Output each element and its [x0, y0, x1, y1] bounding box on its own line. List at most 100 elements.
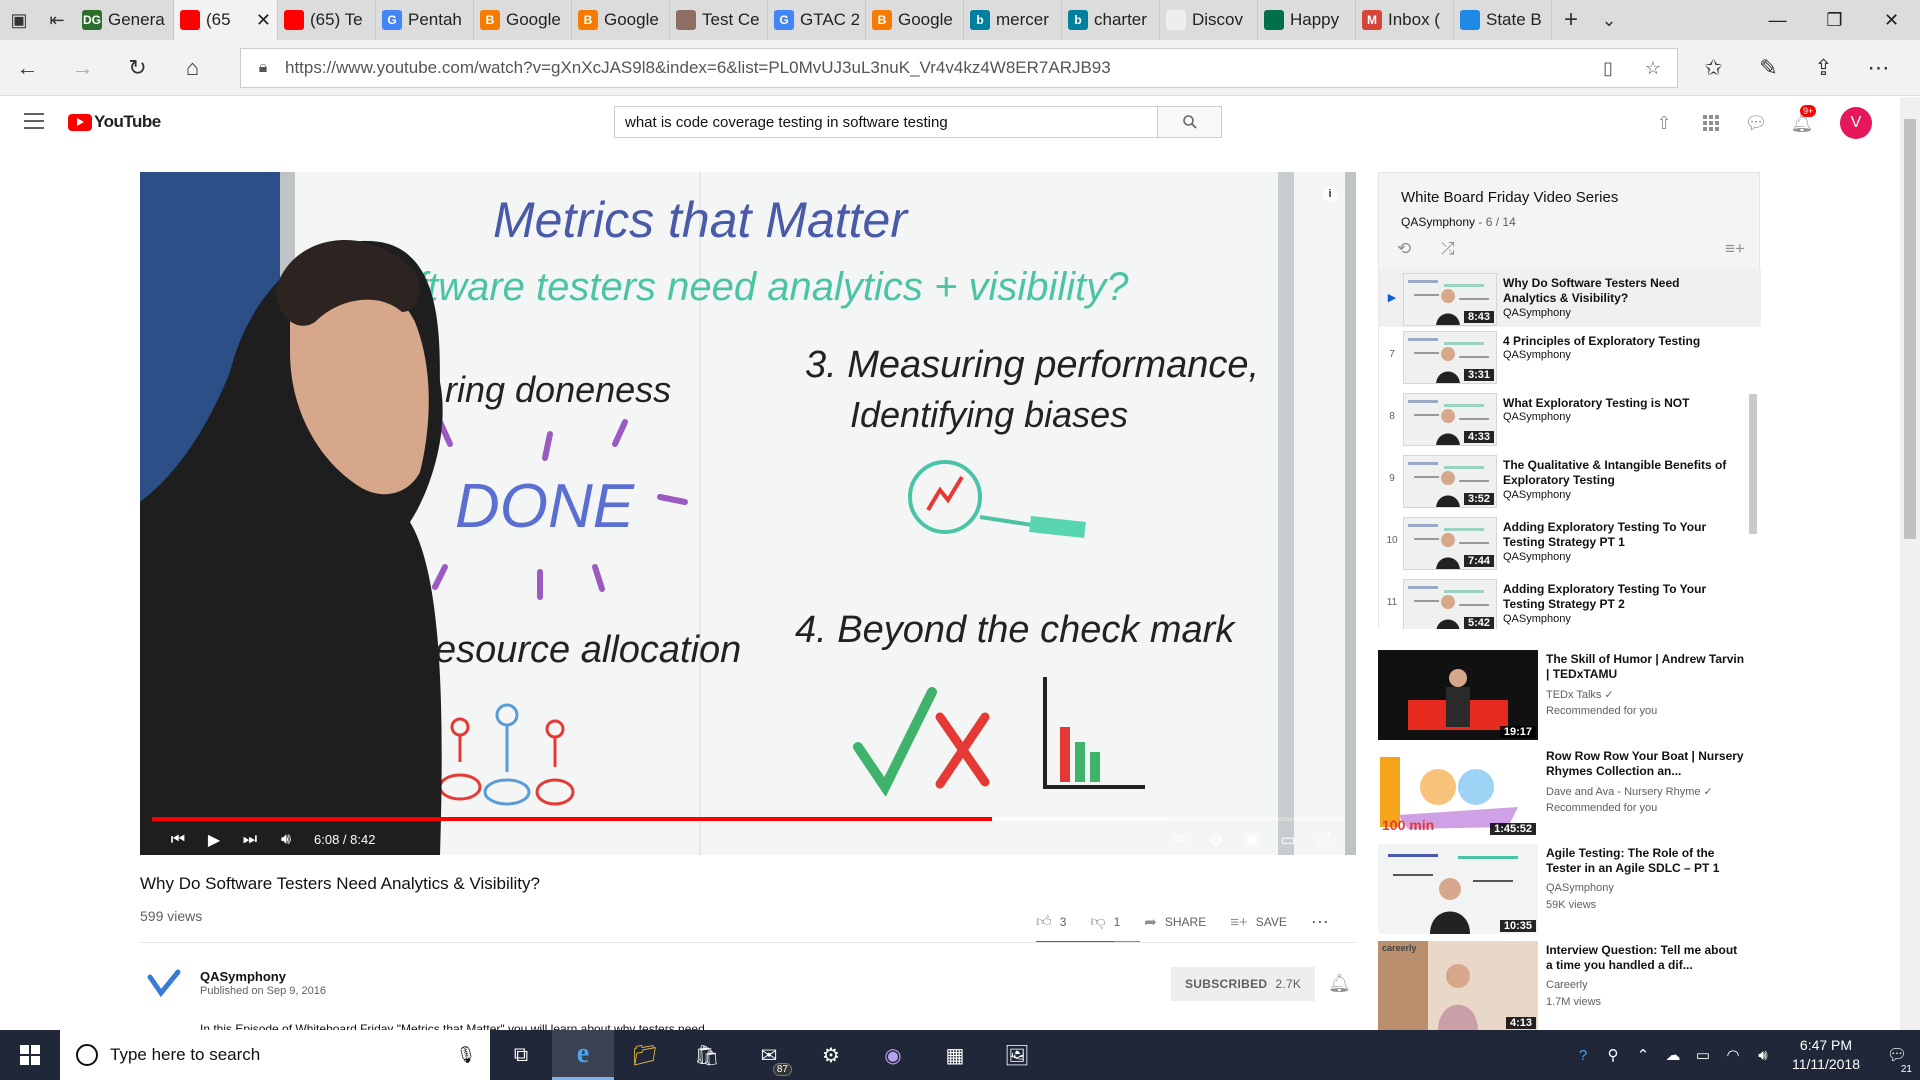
browser-tab[interactable]: DG Genera	[76, 0, 174, 40]
favorite-star-icon[interactable]: ☆	[1645, 58, 1661, 79]
shuffle-icon[interactable]: ⤮	[1441, 239, 1455, 259]
tray-chevron-icon[interactable]: ⌃	[1628, 1046, 1658, 1064]
search-input[interactable]	[614, 106, 1158, 138]
playlist-item[interactable]: 11 5:42 Adding Exploratory Testing To Your…	[1379, 575, 1761, 629]
task-view-icon[interactable]: ⧉	[490, 1030, 552, 1080]
share-button[interactable]: ➦ SHARE	[1144, 913, 1206, 931]
dislike-button[interactable]: 👎︎ 1	[1090, 913, 1120, 931]
eclipse-icon[interactable]: ◉	[862, 1030, 924, 1080]
refresh-icon[interactable]: ↻	[110, 40, 165, 96]
playlist-item[interactable]: 8 4:33 What Exploratory Testing is NOT QASy…	[1379, 389, 1761, 451]
playlist-item[interactable]: ▶ 8:43 Why Do Software Testers Need Analyt…	[1379, 269, 1761, 327]
playlist-item-title[interactable]: Adding Exploratory Testing To Your Testi…	[1503, 520, 1731, 550]
taskbar-search[interactable]: Type here to search 🎙︎	[60, 1030, 490, 1080]
file-explorer-icon[interactable]: 📁︎	[614, 1030, 676, 1080]
recommended-video-thumbnail[interactable]: 19:17	[1378, 650, 1538, 740]
settings-gear-icon-taskbar[interactable]: ⚙︎	[800, 1030, 862, 1080]
browser-tab[interactable]: Discov	[1160, 0, 1258, 40]
progress-bar[interactable]	[152, 817, 1344, 821]
subscribed-button[interactable]: SUBSCRIBED 2.7K	[1171, 967, 1316, 1001]
browser-tab[interactable]: Test Ce	[670, 0, 768, 40]
playlist-item[interactable]: 9 3:52 The Qualitative & Intangible Benefi…	[1379, 451, 1761, 513]
apps-grid-icon[interactable]	[1697, 109, 1725, 137]
onedrive-icon[interactable]: ☁︎	[1658, 1046, 1688, 1064]
recommended-video[interactable]: 100 min 1:45:52 Row Row Row Your Boat | Nu…	[1378, 747, 1760, 837]
mail-icon[interactable]: ✉ 87	[738, 1030, 800, 1080]
browser-tab[interactable]: B Google	[866, 0, 964, 40]
playlist-item-title[interactable]: Why Do Software Testers Need Analytics &…	[1503, 276, 1731, 306]
recommended-video-title[interactable]: Row Row Row Your Boat | Nursery Rhymes C…	[1546, 749, 1746, 779]
miniplayer-icon[interactable]: ▣	[1234, 824, 1270, 855]
taskbar-clock[interactable]: 6:47 PM 11/11/2018	[1792, 1036, 1860, 1074]
channel-name[interactable]: QASymphony	[200, 969, 286, 984]
messages-icon[interactable]: 💬︎	[1742, 109, 1770, 137]
browser-tab[interactable]: (65 ✕	[174, 0, 278, 40]
set-aside-tabs-icon[interactable]: ⇤	[38, 0, 76, 40]
playlist-item-thumbnail[interactable]: 3:52	[1403, 455, 1497, 508]
playlist-item-title[interactable]: What Exploratory Testing is NOT	[1503, 396, 1731, 411]
recommended-video-thumbnail[interactable]: 100 min 1:45:52	[1378, 747, 1538, 837]
recommended-video-thumbnail[interactable]: careerly 4:13	[1378, 941, 1538, 1031]
edge-browser-icon[interactable]: e	[552, 1030, 614, 1080]
recommended-video[interactable]: careerly 4:13 Interview Question: Tell me …	[1378, 941, 1760, 1031]
address-bar[interactable]: 🔒︎ https://www.youtube.com/watch?v=gXnXc…	[240, 48, 1678, 88]
subscribe-bell-icon[interactable]: 🔔︎	[1328, 973, 1351, 994]
tab-manager-icon[interactable]: ▣	[0, 0, 38, 40]
theater-mode-icon[interactable]: ▭	[1270, 824, 1306, 855]
calculator-icon[interactable]: ▦	[924, 1030, 986, 1080]
video-info-icon[interactable]: i	[1322, 186, 1338, 202]
pen-icon[interactable]: ✎	[1741, 40, 1796, 96]
playlist-item-thumbnail[interactable]: 5:42	[1403, 579, 1497, 629]
people-icon[interactable]: ⚲	[1598, 1046, 1628, 1064]
playlist-item-thumbnail[interactable]: 8:43	[1403, 273, 1497, 326]
playlist-item-title[interactable]: Adding Exploratory Testing To Your Testi…	[1503, 582, 1731, 612]
browser-tab[interactable]: Happy	[1258, 0, 1356, 40]
url-text[interactable]: https://www.youtube.com/watch?v=gXnXcJAS…	[285, 58, 1587, 78]
action-center-icon[interactable]: 💬︎ 21	[1874, 1045, 1920, 1075]
save-button[interactable]: ≡+ SAVE	[1230, 914, 1287, 931]
avatar[interactable]: V	[1840, 107, 1872, 139]
share-browser-icon[interactable]: ⇪	[1796, 40, 1851, 96]
save-playlist-icon[interactable]: ≡+	[1725, 239, 1745, 259]
recommended-video-title[interactable]: Agile Testing: The Role of the Tester in…	[1546, 846, 1746, 876]
playlist-item-title[interactable]: 4 Principles of Exploratory Testing	[1503, 334, 1731, 349]
reading-view-icon[interactable]: ▯	[1603, 58, 1613, 79]
wifi-icon[interactable]: ◠	[1718, 1046, 1748, 1064]
browser-tab[interactable]: M Inbox (	[1356, 0, 1454, 40]
fullscreen-icon[interactable]: ⛶	[1306, 824, 1342, 855]
restore-icon[interactable]: ❐	[1806, 0, 1863, 40]
minimize-icon[interactable]: —	[1749, 0, 1806, 40]
previous-video-icon[interactable]: ⏮︎	[160, 824, 196, 855]
browser-tab[interactable]: b mercer	[964, 0, 1062, 40]
playlist-item[interactable]: 7 3:31 4 Principles of Exploratory Testing…	[1379, 327, 1761, 389]
video-player[interactable]: Metrics that Matter Do software testers …	[140, 172, 1356, 855]
microphone-icon[interactable]: 🎙︎	[456, 1045, 476, 1065]
home-icon[interactable]: ⌂	[165, 40, 220, 96]
playlist-item[interactable]: 10 7:44 Adding Exploratory Testing To Your…	[1379, 513, 1761, 575]
recommended-video-title[interactable]: The Skill of Humor | Andrew Tarvin | TED…	[1546, 652, 1746, 682]
upload-icon[interactable]: ⇧	[1650, 109, 1678, 137]
browser-tab[interactable]: G GTAC 2	[768, 0, 866, 40]
recommended-video-title[interactable]: Interview Question: Tell me about a time…	[1546, 943, 1746, 973]
settings-gear-icon[interactable]: ⚙︎	[1198, 824, 1234, 855]
help-icon[interactable]: ?	[1568, 1047, 1598, 1064]
more-actions-icon[interactable]: ⋯	[1311, 912, 1329, 933]
next-video-icon[interactable]: ⏭︎	[232, 824, 268, 855]
youtube-logo[interactable]: YouTube	[68, 112, 161, 132]
favorites-list-icon[interactable]: ✩	[1686, 40, 1741, 96]
playlist-scrollbar[interactable]	[1747, 269, 1759, 629]
close-window-icon[interactable]: ✕	[1863, 0, 1920, 40]
recommended-video[interactable]: 10:35 Agile Testing: The Role of the Test…	[1378, 844, 1760, 934]
browser-tab[interactable]: B Google	[572, 0, 670, 40]
browser-tab[interactable]: (65) Te	[278, 0, 376, 40]
browser-tab[interactable]: b charter	[1062, 0, 1160, 40]
recommended-video[interactable]: 19:17 The Skill of Humor | Andrew Tarvin …	[1378, 650, 1760, 740]
forward-icon[interactable]: →	[55, 40, 110, 96]
loop-icon[interactable]: ⟲	[1397, 239, 1411, 259]
store-icon[interactable]: 🛍︎	[676, 1030, 738, 1080]
tab-preview-chevron-icon[interactable]: ⌄	[1590, 0, 1628, 40]
windows-start-icon[interactable]	[0, 1030, 60, 1080]
playlist-item-thumbnail[interactable]: 4:33	[1403, 393, 1497, 446]
more-browser-icon[interactable]: ⋯	[1851, 40, 1906, 96]
browser-tab[interactable]: State B	[1454, 0, 1552, 40]
